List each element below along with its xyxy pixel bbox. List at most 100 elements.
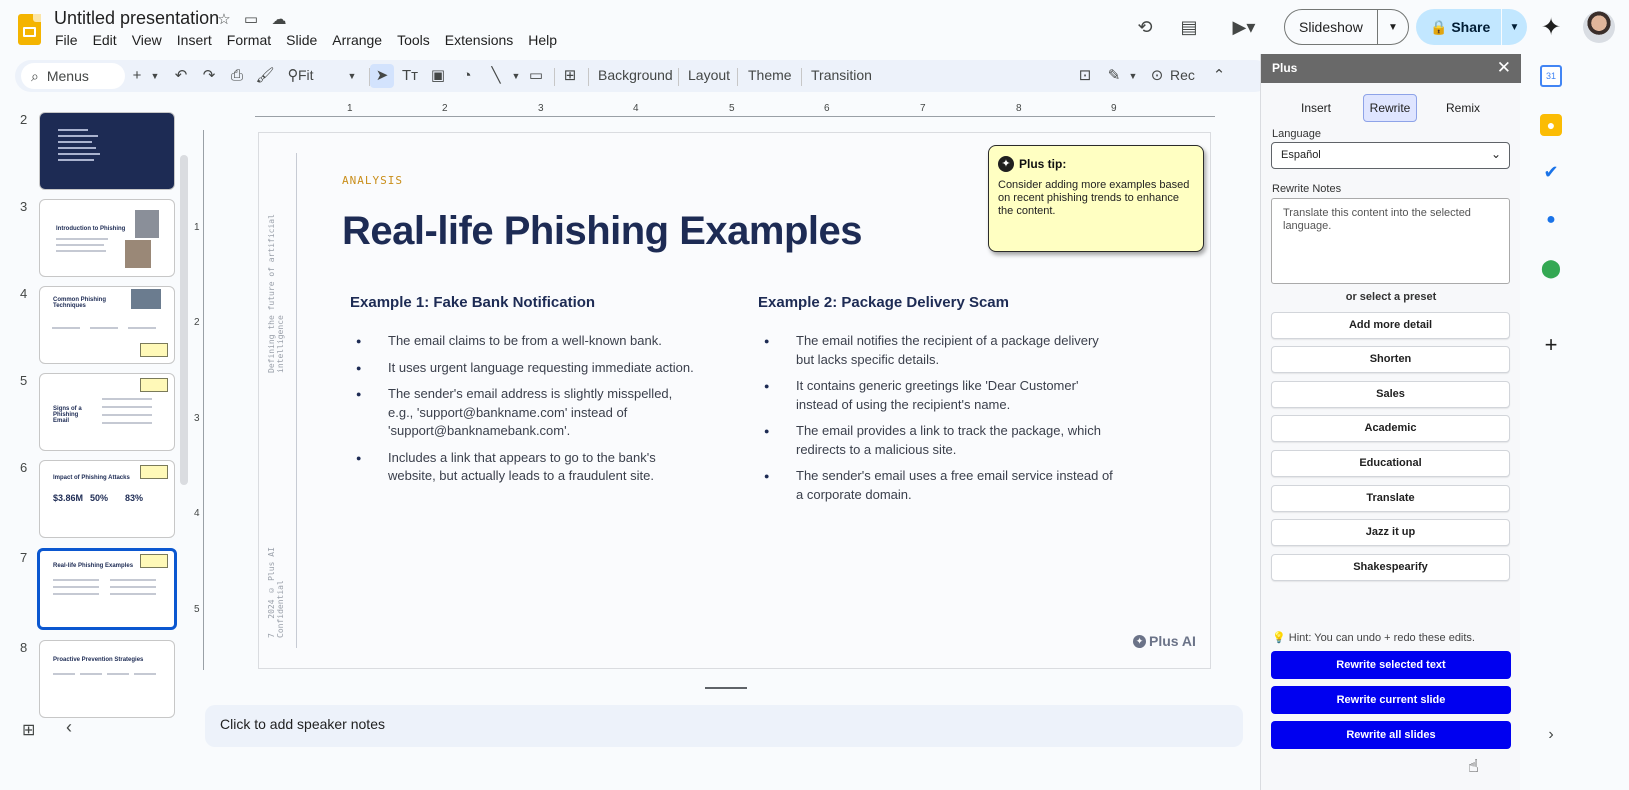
star-icon[interactable]: ☆ [214,10,234,30]
menu-view[interactable]: View [132,32,169,48]
insert-image-icon[interactable]: ▣ [426,64,450,88]
bullet-item[interactable]: The email notifies the recipient of a pa… [758,332,1118,369]
new-slide-dropdown-icon[interactable]: ▼ [143,64,167,88]
slide-thumbnail[interactable]: Impact of Phishing Attacks $3.86M 50% 83… [39,460,175,538]
share-dropdown-icon[interactable]: ▼ [1502,22,1527,33]
slide-thumbnail-selected[interactable]: Real-life Phishing Examples [37,548,177,630]
paint-format-icon[interactable]: 🖌 [253,64,277,88]
meet-video-icon[interactable]: ▶▾ [1225,14,1263,40]
bullet-item[interactable]: The sender's email address is slightly m… [350,385,700,441]
preset-add-more-detail-button[interactable]: Add more detail [1271,312,1510,339]
rewrite-current-slide-button[interactable]: Rewrite current slide [1271,686,1511,714]
bullet-item[interactable]: It uses urgent language requesting immed… [350,359,700,378]
vertical-ruler[interactable]: 1 2 3 4 5 [194,130,204,670]
slide-thumb-row[interactable]: 8 Proactive Prevention Strategies [0,640,190,720]
menu-edit[interactable]: Edit [93,32,124,48]
example2-heading[interactable]: Example 2: Package Delivery Scam [758,294,1009,311]
slideshow-dropdown-icon[interactable]: ▼ [1378,22,1408,33]
menu-extensions[interactable]: Extensions [445,32,520,48]
notes-resize-handle[interactable] [705,687,747,689]
rewrite-all-slides-button[interactable]: Rewrite all slides [1271,721,1511,749]
plus-tip-note[interactable]: ✦ Plus tip: Consider adding more example… [988,145,1204,252]
slide-thumb-row[interactable]: 3 Introduction to Phishing [0,199,190,279]
contacts-icon[interactable]: ● [1540,209,1562,231]
preset-educational-button[interactable]: Educational [1271,450,1510,477]
slide-thumb-row[interactable]: 6 Impact of Phishing Attacks $3.86M 50% … [0,460,190,540]
document-title[interactable]: Untitled presentation [54,8,219,29]
menu-slide[interactable]: Slide [286,32,324,48]
text-box-icon[interactable]: Tт [398,64,422,88]
insert-image-plus-icon[interactable]: ⊡ [1073,64,1097,88]
search-menus-input[interactable]: ⌕ Menus [21,63,125,89]
cloud-status-icon[interactable]: ☁ [269,10,289,30]
zoom-select[interactable]: Fit [298,67,314,83]
slide-title[interactable]: Real-life Phishing Examples [342,209,863,254]
slide-kicker[interactable]: ANALYSIS [342,174,403,187]
slide-canvas[interactable]: Defining the future of artificial intell… [258,132,1211,669]
rewrite-notes-textarea[interactable]: Translate this content into the selected… [1271,198,1510,284]
zoom-dropdown-icon[interactable]: ▼ [340,64,364,88]
move-folder-icon[interactable]: ▭ [241,10,261,30]
calendar-icon[interactable]: 31 [1540,65,1562,87]
grid-view-icon[interactable]: ⊞ [22,720,35,740]
speaker-notes-field[interactable]: Click to add speaker notes [205,705,1243,747]
vertical-confidential[interactable]: 7 2024 © Plus AI Confidential [267,498,292,638]
menu-insert[interactable]: Insert [177,32,219,48]
preset-sales-button[interactable]: Sales [1271,381,1510,408]
slide-thumbnail[interactable]: Introduction to Phishing [39,199,175,277]
horizontal-ruler[interactable]: 1 2 3 4 5 6 7 8 9 [255,103,1215,117]
slideshow-button[interactable]: Slideshow ▼ [1284,9,1409,45]
preset-shorten-button[interactable]: Shorten [1271,346,1510,373]
slide-thumbnail[interactable]: Proactive Prevention Strategies [39,640,175,718]
rec-button[interactable]: Rec [1170,67,1195,83]
maps-icon[interactable]: ⬤ [1540,257,1562,279]
rec-icon[interactable]: ⊙ [1145,64,1169,88]
example1-bullet-list[interactable]: The email claims to be from a well-known… [350,332,700,494]
menu-file[interactable]: File [55,32,85,48]
language-select[interactable]: Español ⌄ [1271,142,1510,169]
print-icon[interactable]: ⎙ [225,64,249,88]
slideshow-label[interactable]: Slideshow [1285,19,1377,35]
tab-insert[interactable]: Insert [1289,94,1343,122]
add-addon-icon[interactable]: + [1540,334,1562,356]
bullet-item[interactable]: The sender's email uses a free email ser… [758,467,1118,504]
chevron-right-icon[interactable]: › [1540,724,1562,746]
add-comment-icon[interactable]: ⊞ [558,64,582,88]
slides-logo-icon[interactable] [18,14,41,45]
video-icon[interactable]: ▭ [524,64,548,88]
bullet-item[interactable]: The email provides a link to track the p… [758,422,1118,459]
menu-format[interactable]: Format [227,32,278,48]
example2-bullet-list[interactable]: The email notifies the recipient of a pa… [758,332,1118,512]
transition-button[interactable]: Transition [811,67,872,83]
collapse-toolbar-icon[interactable]: ⌃ [1207,64,1231,88]
gemini-sparkle-icon[interactable]: ✦ [1541,13,1561,42]
tasks-icon[interactable]: ✔ [1540,161,1562,183]
shape-icon[interactable]: ◔ [455,64,479,88]
background-button[interactable]: Background [598,67,673,83]
select-cursor-icon[interactable]: ➤ [370,64,394,88]
comments-icon[interactable]: ▤ [1176,14,1202,40]
avatar[interactable] [1583,11,1615,43]
collapse-filmstrip-icon[interactable]: ‹ [66,717,72,738]
close-icon[interactable]: ✕ [1497,58,1511,78]
menu-tools[interactable]: Tools [397,32,437,48]
undo-icon[interactable]: ↶ [169,64,193,88]
slide-thumbnail[interactable]: Signs of a Phishing Email [39,373,175,451]
version-history-icon[interactable]: ⟲ [1132,14,1158,40]
slide-thumbnail[interactable]: Common Phishing Techniques [39,286,175,364]
tab-rewrite[interactable]: Rewrite [1363,94,1417,122]
pen-dropdown-icon[interactable]: ▼ [1121,64,1145,88]
slide-thumb-row[interactable]: 4 Common Phishing Techniques [0,286,190,366]
share-button[interactable]: 🔒 Share ▼ [1416,9,1527,45]
filmstrip-scrollbar[interactable] [180,155,188,485]
example1-heading[interactable]: Example 1: Fake Bank Notification [350,294,595,311]
slide-thumb-row[interactable]: 2 [0,112,190,192]
preset-shakespearify-button[interactable]: Shakespearify [1271,554,1510,581]
preset-jazz-it-up-button[interactable]: Jazz it up [1271,519,1510,546]
vertical-tagline[interactable]: Defining the future of artificial intell… [267,173,292,373]
preset-translate-button[interactable]: Translate [1271,485,1510,512]
rewrite-selected-text-button[interactable]: Rewrite selected text [1271,651,1511,679]
tab-remix[interactable]: Remix [1436,94,1490,122]
layout-button[interactable]: Layout [688,67,730,83]
keep-icon[interactable]: ● [1540,114,1562,136]
